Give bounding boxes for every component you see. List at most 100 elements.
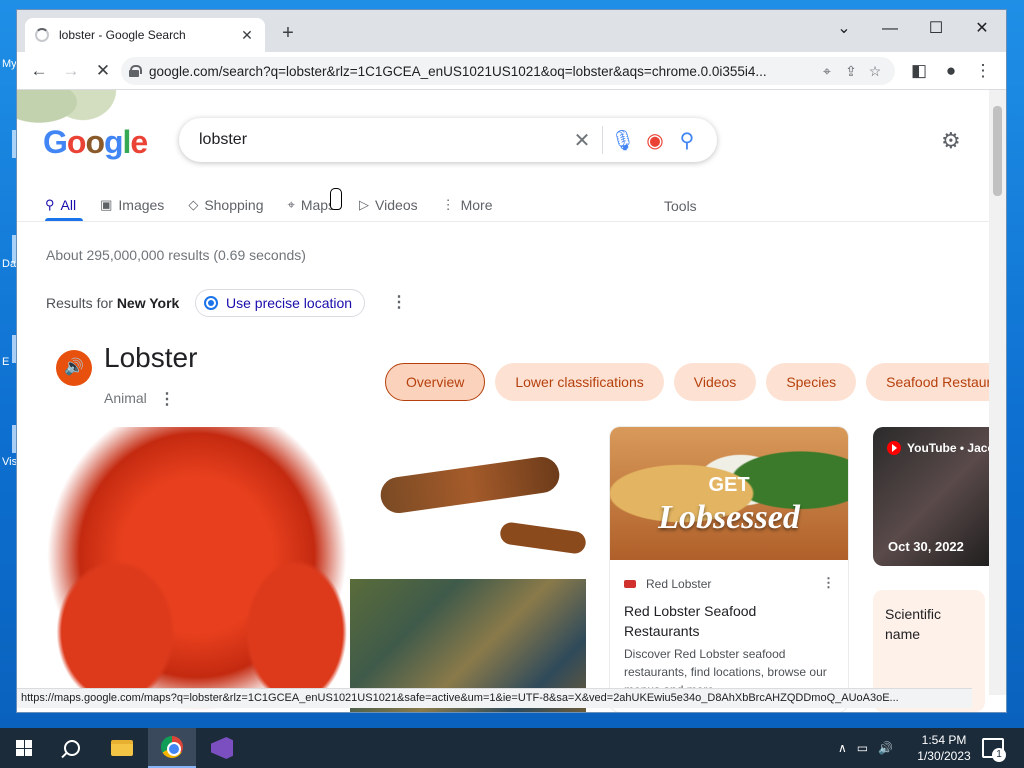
- visual-studio-button[interactable]: [198, 728, 246, 768]
- nav-divider: [17, 221, 989, 222]
- visual-studio-icon: [211, 737, 233, 759]
- close-window-button[interactable]: ✕: [967, 16, 997, 42]
- lobster-claw-shape: [498, 521, 586, 555]
- red-lobster-favicon-icon: [624, 580, 636, 588]
- search-icon[interactable]: ⚲: [671, 128, 703, 153]
- tab-videos[interactable]: ▷ Videos: [359, 190, 418, 220]
- desktop-icon-label[interactable]: My: [2, 58, 17, 70]
- desktop-icon-label[interactable]: E: [2, 356, 9, 368]
- taskbar: ∧ ▭ 🔊 1:54 PM 1/30/2023 1: [0, 728, 1024, 768]
- dots-icon: ⋮: [441, 197, 455, 212]
- start-button[interactable]: [0, 728, 48, 768]
- desktop-icon-label[interactable]: Da: [2, 258, 16, 270]
- address-bar[interactable]: google.com/search?q=lobster&rlz=1C1GCEA_…: [121, 57, 895, 85]
- desktop-icon-label[interactable]: Vis: [2, 456, 17, 468]
- tab-more[interactable]: ⋮ More: [442, 190, 493, 220]
- tab-close-icon[interactable]: ✕: [239, 27, 255, 44]
- chrome-taskbar-button[interactable]: [148, 728, 196, 768]
- page-scrollbar[interactable]: [989, 90, 1006, 695]
- tag-icon: ◇: [188, 197, 199, 212]
- back-button[interactable]: ←: [27, 59, 51, 83]
- card-more-icon[interactable]: ⋮: [822, 575, 835, 591]
- clock[interactable]: 1:54 PM 1/30/2023: [912, 732, 976, 764]
- mouse-cursor-icon: [330, 188, 342, 210]
- lobster-image-large[interactable]: [46, 427, 348, 712]
- browser-tab[interactable]: lobster - Google Search ✕: [25, 18, 265, 52]
- card-source: Red Lobster: [624, 577, 711, 591]
- search-box[interactable]: lobster ✕ 🎙 ◉ ⚲: [179, 118, 717, 162]
- browser-window: lobster - Google Search ✕ + ⌄ — ☐ ✕ ← → …: [17, 10, 1006, 712]
- forward-button[interactable]: →: [59, 59, 83, 83]
- windows-logo-icon: [16, 740, 32, 756]
- profile-avatar[interactable]: ●: [939, 59, 963, 83]
- clock-time: 1:54 PM: [921, 733, 967, 747]
- search-icon: ⚲: [45, 197, 55, 212]
- volume-icon[interactable]: 🔊: [878, 741, 893, 755]
- kp-more-icon[interactable]: ⋮: [159, 389, 175, 409]
- tab-shopping[interactable]: ◇ Shopping: [188, 190, 263, 220]
- tab-search-icon[interactable]: ⌄: [829, 16, 859, 42]
- scrollbar-thumb[interactable]: [993, 106, 1002, 196]
- lock-icon[interactable]: [129, 65, 142, 77]
- chip-species[interactable]: Species: [766, 363, 857, 401]
- tab-maps[interactable]: ⌖ Maps: [287, 190, 335, 220]
- location-pin-icon[interactable]: ⌖: [815, 63, 839, 80]
- location-notice: Results for New York: [46, 295, 180, 311]
- tray-chevron-icon[interactable]: ∧: [838, 741, 847, 755]
- chip-overview[interactable]: Overview: [385, 363, 486, 401]
- chip-videos[interactable]: Videos: [673, 363, 757, 401]
- browser-toolbar: ← → ✕ google.com/search?q=lobster&rlz=1C…: [17, 52, 1006, 90]
- red-lobster-card[interactable]: GET Lobsessed Red Lobster ⋮ Red Lobster …: [610, 427, 848, 712]
- lens-camera-icon[interactable]: ◉: [639, 128, 671, 153]
- minimize-button[interactable]: —: [875, 16, 905, 42]
- tab-title: lobster - Google Search: [59, 28, 186, 42]
- speaker-icon[interactable]: 🔊: [56, 350, 92, 386]
- lobster-body-shape: [378, 454, 562, 516]
- network-icon[interactable]: ▭: [857, 741, 868, 755]
- new-tab-button[interactable]: +: [277, 22, 299, 44]
- search-divider: [602, 126, 603, 154]
- clear-search-icon[interactable]: ✕: [566, 128, 598, 153]
- maximize-button[interactable]: ☐: [921, 16, 951, 42]
- chip-lower-classifications[interactable]: Lower classifications: [495, 363, 664, 401]
- lobster-image-brown[interactable]: [350, 427, 586, 577]
- card-image-caption: Lobsessed: [658, 499, 800, 536]
- notification-count-badge: 1: [992, 748, 1006, 762]
- browser-menu-button[interactable]: ⋮: [971, 59, 995, 83]
- system-tray: ∧ ▭ 🔊: [838, 728, 893, 768]
- taskbar-search-button[interactable]: [48, 728, 96, 768]
- tab-all[interactable]: ⚲ All: [45, 190, 76, 220]
- url-text[interactable]: google.com/search?q=lobster&rlz=1C1GCEA_…: [149, 64, 815, 79]
- scientific-name-label: Scientific name: [885, 606, 942, 642]
- chrome-icon: [161, 736, 183, 758]
- search-icon: [64, 740, 80, 756]
- result-stats: About 295,000,000 results (0.69 seconds): [46, 247, 306, 263]
- youtube-icon: [887, 441, 901, 455]
- card-title[interactable]: Red Lobster Seafood Restaurants: [624, 601, 834, 641]
- link-status-bar: https://maps.google.com/maps?q=lobster&r…: [17, 688, 972, 708]
- location-target-icon: [204, 296, 218, 310]
- file-explorer-button[interactable]: [98, 728, 146, 768]
- image-icon: ▣: [100, 197, 113, 212]
- side-panel-icon[interactable]: ◧: [907, 59, 931, 83]
- video-thumbnail[interactable]: YouTube • Jaco Oct 30, 2022: [873, 427, 989, 566]
- card-image-caption-top: GET: [708, 474, 750, 496]
- map-pin-icon: ⌖: [287, 197, 295, 212]
- chip-seafood-restaurants[interactable]: Seafood Restaurants: [866, 363, 989, 401]
- share-icon[interactable]: ⇪: [839, 63, 863, 80]
- video-source: YouTube • Jaco: [887, 441, 989, 455]
- stop-loading-button[interactable]: ✕: [91, 59, 115, 83]
- tab-strip: lobster - Google Search ✕ + ⌄ — ☐ ✕: [17, 10, 1006, 52]
- google-doodle-logo[interactable]: Google: [43, 124, 148, 161]
- folder-icon: [111, 740, 133, 756]
- bookmark-star-icon[interactable]: ☆: [863, 63, 887, 80]
- video-date: Oct 30, 2022: [888, 539, 964, 554]
- use-precise-location-button[interactable]: Use precise location: [195, 289, 366, 317]
- settings-gear-icon[interactable]: ⚙: [941, 128, 961, 154]
- voice-search-icon[interactable]: 🎙: [607, 128, 639, 153]
- tools-button[interactable]: Tools: [664, 198, 697, 214]
- tab-images[interactable]: ▣ Images: [100, 190, 164, 220]
- search-input[interactable]: lobster: [199, 131, 566, 149]
- clock-date: 1/30/2023: [917, 749, 971, 763]
- location-more-icon[interactable]: ⋮: [391, 292, 407, 312]
